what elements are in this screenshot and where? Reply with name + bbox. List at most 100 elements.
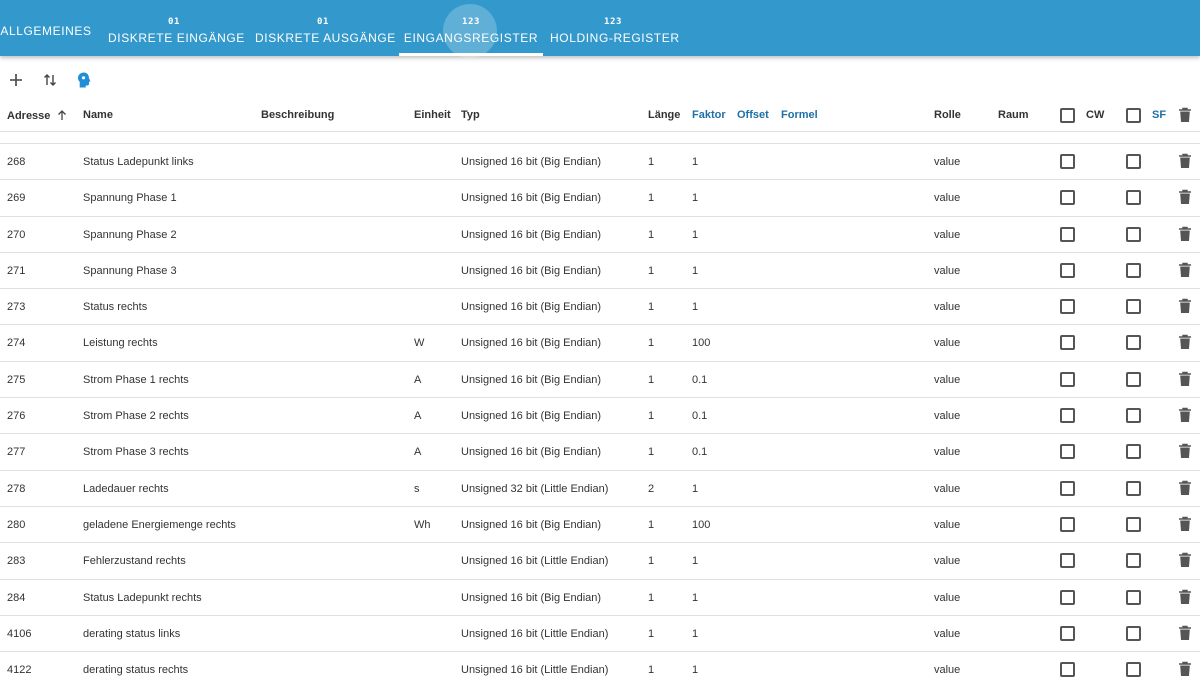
delete-row-button[interactable] [1178, 189, 1192, 208]
delete-row-button[interactable] [1178, 298, 1192, 317]
table-row[interactable]: 276 Strom Phase 2 rechts A Unsigned 16 bit … [0, 398, 1200, 435]
delete-row-button[interactable] [1178, 516, 1192, 535]
table-row[interactable]: 4122 derating status rechts Unsigned 16 bi… [0, 652, 1200, 683]
cw-checkbox[interactable] [1060, 516, 1075, 532]
sf-checkbox[interactable] [1126, 154, 1141, 169]
table-row[interactable]: 284 Status Ladepunkt rechts Unsigned 16 bi… [0, 580, 1200, 616]
table-row[interactable]: 283 Fehlerzustand rechts Unsigned 16 bit (… [0, 543, 1200, 580]
binary-icon: 01 [167, 17, 181, 27]
cw-checkbox[interactable] [1060, 553, 1075, 569]
table-row[interactable]: 278 Ladedauer rechts s Unsigned 32 bit (Lit… [0, 471, 1200, 507]
cw-checkbox[interactable] [1060, 190, 1075, 206]
cell-factor: 1 [692, 482, 699, 495]
column-header-formula[interactable]: Formel [781, 109, 818, 121]
column-header-address[interactable]: Adresse [7, 109, 68, 122]
sf-checkbox[interactable] [1126, 371, 1141, 387]
cw-checkbox[interactable] [1060, 226, 1075, 242]
select-all-sf-checkbox[interactable] [1126, 108, 1141, 123]
sf-checkbox[interactable] [1126, 190, 1141, 206]
tab-diskrete-ausgaenge[interactable]: 01 DISKRETE AUSGÄNGE [255, 0, 395, 56]
cw-checkbox[interactable] [1060, 444, 1075, 460]
column-header-length[interactable]: Länge [648, 109, 680, 121]
cell-address: 270 [7, 228, 26, 241]
cell-address: 276 [7, 410, 26, 423]
cw-checkbox[interactable] [1060, 480, 1075, 496]
delete-row-button[interactable] [1178, 552, 1192, 571]
table-row[interactable]: 273 Status rechts Unsigned 16 bit (Big End… [0, 289, 1200, 326]
cw-checkbox[interactable] [1060, 625, 1075, 641]
sf-checkbox[interactable] [1126, 553, 1141, 569]
delete-row-button[interactable] [1178, 480, 1192, 499]
table-row[interactable]: 275 Strom Phase 1 rechts A Unsigned 16 bit … [0, 362, 1200, 399]
column-header-cw[interactable]: CW [1086, 109, 1104, 121]
cw-checkbox[interactable] [1060, 662, 1075, 678]
column-header-offset[interactable]: Offset [737, 109, 769, 121]
column-header-factor[interactable]: Faktor [692, 109, 726, 121]
sf-checkbox[interactable] [1126, 299, 1141, 315]
table-row[interactable]: 274 Leistung rechts W Unsigned 16 bit (Big … [0, 325, 1200, 362]
import-button[interactable] [72, 68, 96, 92]
delete-row-button[interactable] [1178, 661, 1192, 680]
delete-row-button[interactable] [1178, 625, 1192, 644]
cell-length: 1 [648, 518, 655, 531]
sf-checkbox[interactable] [1126, 516, 1141, 532]
cell-address: 4106 [7, 627, 32, 640]
table-row[interactable]: 277 Strom Phase 3 rechts A Unsigned 16 bit … [0, 434, 1200, 471]
numeric-icon: 123 [603, 17, 623, 27]
add-button[interactable] [4, 68, 28, 92]
sf-checkbox[interactable] [1126, 262, 1141, 278]
cell-length: 1 [648, 156, 655, 168]
select-all-cw-checkbox[interactable] [1060, 108, 1075, 123]
cell-role: value [934, 228, 961, 241]
delete-row-button[interactable] [1178, 371, 1192, 390]
cw-checkbox[interactable] [1060, 408, 1075, 424]
table-row[interactable]: 268 Status Ladepunkt links Unsigned 16 bit… [0, 144, 1200, 181]
table-row[interactable]: 269 Spannung Phase 1 Unsigned 16 bit (Big … [0, 180, 1200, 217]
sf-checkbox[interactable] [1126, 662, 1141, 678]
sf-checkbox[interactable] [1126, 226, 1141, 242]
column-header-name[interactable]: Name [83, 109, 113, 121]
delete-all-button[interactable] [1178, 107, 1192, 126]
cw-checkbox[interactable] [1060, 589, 1075, 605]
numeric-icon: 123 [461, 17, 481, 27]
delete-row-button[interactable] [1178, 443, 1192, 462]
sf-checkbox[interactable] [1126, 408, 1141, 424]
sf-checkbox[interactable] [1126, 480, 1141, 496]
table-row[interactable]: 4106 derating status links Unsigned 16 bit… [0, 616, 1200, 653]
sort-button[interactable] [38, 68, 62, 92]
sf-checkbox[interactable] [1126, 444, 1141, 460]
delete-row-button[interactable] [1178, 589, 1192, 608]
column-header-unit[interactable]: Einheit [414, 109, 451, 121]
column-header-sf[interactable]: SF [1152, 109, 1166, 121]
delete-row-button[interactable] [1178, 262, 1192, 281]
table-row[interactable]: 271 Spannung Phase 3 Unsigned 16 bit (Big … [0, 253, 1200, 290]
cell-address: 268 [7, 156, 26, 168]
delete-row-button[interactable] [1178, 226, 1192, 245]
delete-row-button[interactable] [1178, 334, 1192, 353]
column-header-type[interactable]: Typ [461, 109, 480, 121]
tab-holding-register[interactable]: 123 HOLDING-REGISTER [550, 0, 679, 56]
cw-checkbox[interactable] [1060, 299, 1075, 315]
cell-length: 1 [648, 446, 655, 459]
cw-checkbox[interactable] [1060, 262, 1075, 278]
cell-name: Ladedauer rechts [83, 482, 169, 495]
cw-checkbox[interactable] [1060, 154, 1075, 169]
column-header-role[interactable]: Rolle [934, 109, 961, 121]
sf-checkbox[interactable] [1126, 589, 1141, 605]
cw-checkbox[interactable] [1060, 371, 1075, 387]
tab-eingangsregister[interactable]: 123 EINGANGSREGISTER [399, 0, 543, 56]
sf-checkbox[interactable] [1126, 335, 1141, 351]
table-row[interactable]: 280 geladene Energiemenge rechts Wh Unsigne… [0, 507, 1200, 544]
sf-checkbox[interactable] [1126, 625, 1141, 641]
cell-length: 1 [648, 192, 655, 205]
cw-checkbox[interactable] [1060, 335, 1075, 351]
table-row[interactable]: 270 Spannung Phase 2 Unsigned 16 bit (Big … [0, 217, 1200, 253]
tab-diskrete-eingaenge[interactable]: 01 DISKRETE EINGÄNGE [108, 0, 244, 56]
column-header-room[interactable]: Raum [998, 109, 1029, 121]
delete-row-button[interactable] [1178, 407, 1192, 426]
column-header-description[interactable]: Beschreibung [261, 109, 334, 121]
cell-name: derating status links [83, 627, 181, 640]
cell-unit: A [414, 410, 422, 423]
delete-row-button[interactable] [1178, 153, 1192, 172]
tab-allgemeines[interactable]: ALLGEMEINES [0, 0, 92, 56]
